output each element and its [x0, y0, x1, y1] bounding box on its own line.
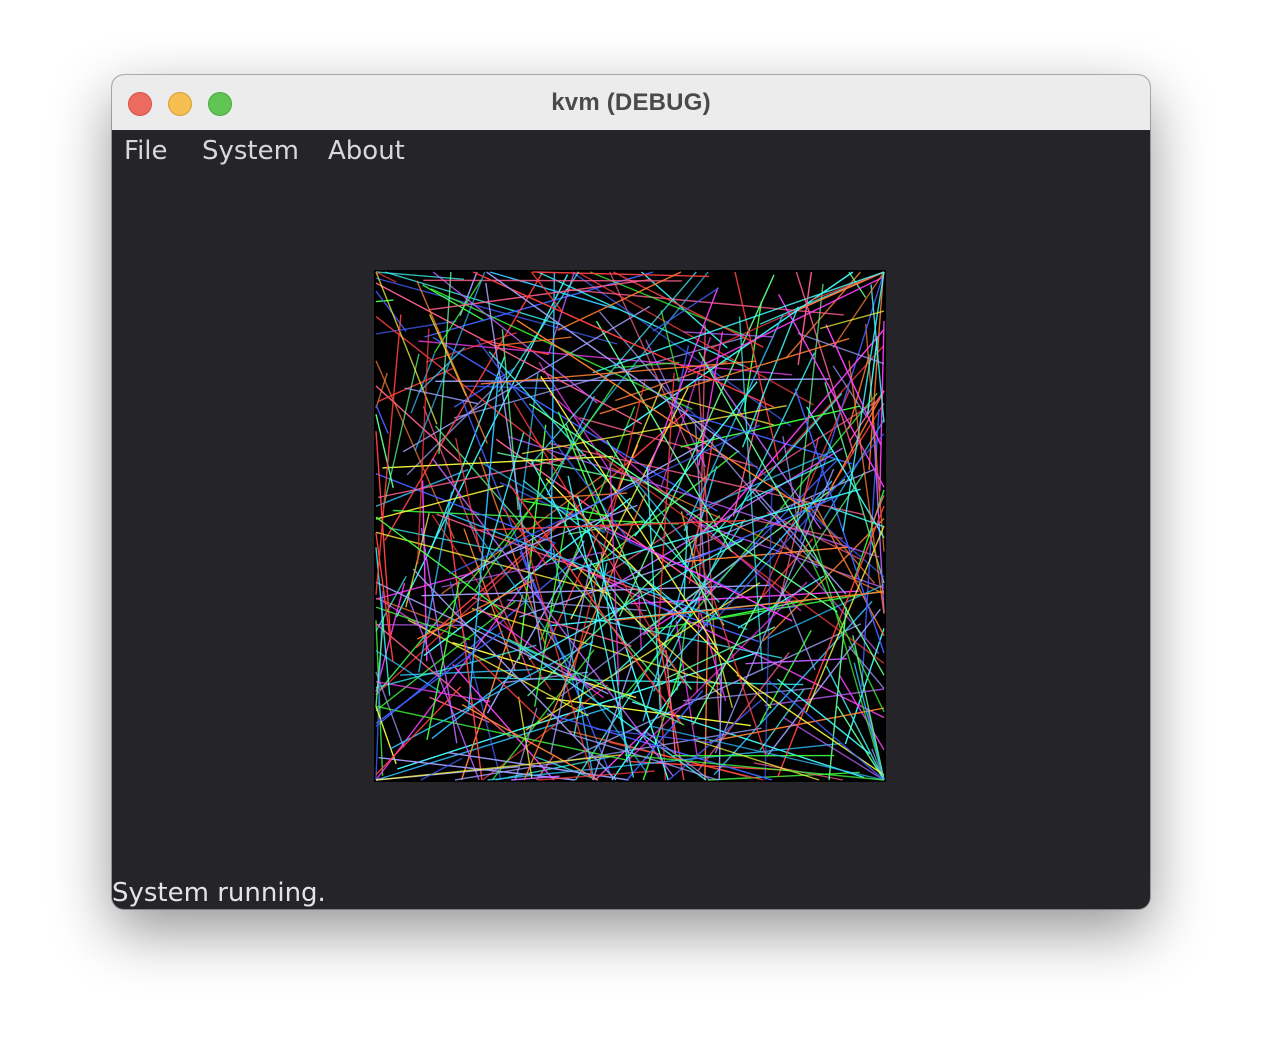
display-line — [471, 653, 544, 723]
menu-system[interactable]: System — [202, 133, 299, 169]
display-line — [375, 372, 388, 409]
display-line — [529, 458, 621, 625]
display-line — [375, 277, 618, 345]
display-line — [709, 707, 885, 743]
display-canvas — [375, 271, 885, 781]
display-line — [836, 705, 885, 781]
display-line — [565, 288, 844, 316]
display-line — [803, 544, 885, 713]
app-window: kvm (DEBUG) File System About System run… — [112, 75, 1150, 909]
display-line — [652, 287, 719, 332]
display-line — [497, 271, 580, 393]
display-line — [599, 337, 850, 415]
display-line — [464, 385, 554, 390]
menu-about[interactable]: About — [328, 133, 405, 169]
display-line — [375, 314, 402, 595]
status-text: System running. — [112, 878, 326, 908]
display-line — [745, 658, 847, 665]
display-line — [746, 458, 836, 502]
display-line — [375, 299, 394, 303]
menu-file[interactable]: File — [124, 133, 168, 169]
window-title: kvm (DEBUG) — [551, 89, 711, 116]
display-line — [832, 365, 868, 418]
display-line — [382, 353, 420, 509]
emulator-display[interactable] — [374, 270, 886, 782]
menu-bar: File System About — [112, 133, 1150, 169]
display-line — [683, 687, 814, 702]
display-line — [420, 757, 463, 781]
display-line — [550, 271, 556, 559]
display-line — [795, 283, 824, 532]
display-line — [375, 706, 397, 765]
title-bar[interactable]: kvm (DEBUG) — [112, 75, 1150, 131]
display-line — [828, 607, 847, 781]
display-line — [571, 271, 792, 427]
display-line — [446, 510, 483, 781]
display-line — [410, 352, 436, 414]
